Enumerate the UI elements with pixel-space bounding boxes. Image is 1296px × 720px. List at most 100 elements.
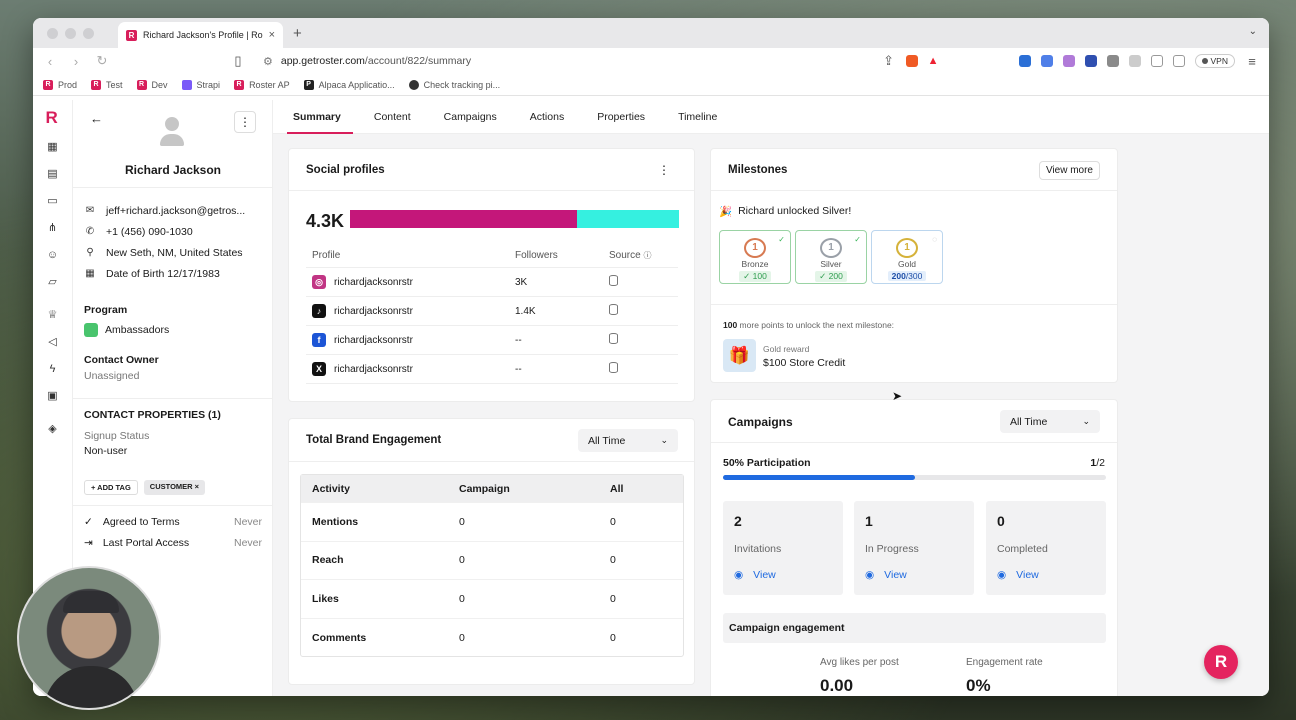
portal-access-row: ⇥ Last Portal Access Never	[84, 537, 262, 549]
extension-app-icon[interactable]	[1084, 55, 1097, 67]
view-more-button[interactable]: View more	[1038, 161, 1100, 180]
tab-title: Richard Jackson's Profile | Ro	[143, 30, 263, 40]
dashboard-icon[interactable]: ▦	[47, 141, 59, 153]
brave-shield-icon[interactable]	[905, 55, 918, 67]
location-pin-icon: ⚲	[86, 247, 94, 258]
main-content: Summary Content Campaigns Actions Proper…	[273, 100, 1269, 696]
reload-icon[interactable]: ↻	[95, 53, 109, 69]
social-table-header: Profile Followers Source ⓘ	[306, 243, 678, 268]
gold-badge[interactable]: ◌ 1 Gold 200/300	[871, 230, 943, 284]
campaigns-range-select[interactable]: All Time ⌄	[1000, 410, 1100, 433]
campaigns-card: Campaigns All Time ⌄ 50% Participation 1/…	[710, 399, 1118, 696]
silver-badge[interactable]: ✓ 1 Silver ✓ 200	[795, 230, 867, 284]
chevron-down-icon[interactable]: ⌄	[1249, 26, 1257, 37]
engagement-range-select[interactable]: All Time ⌄	[578, 429, 678, 452]
table-row: Likes 0 0	[301, 579, 683, 618]
signup-status-label: Signup Status	[84, 430, 150, 442]
bookmark-dev[interactable]: R Dev	[136, 79, 168, 90]
pending-circle-icon: ◌	[932, 235, 937, 244]
participation-progress-fill	[723, 475, 915, 480]
x-icon: X	[312, 362, 326, 376]
silver-medal-icon: 1	[820, 238, 842, 258]
add-tag-button[interactable]: + ADD TAG	[84, 480, 138, 495]
layers-icon[interactable]: ◈	[47, 423, 59, 435]
extension-doc-icon[interactable]	[1040, 55, 1053, 67]
view-invitations-link[interactable]: ◉ View	[734, 569, 776, 581]
participation-progress-bar	[723, 475, 1106, 480]
share-icon[interactable]: ⇪	[882, 53, 896, 69]
roster-logo-icon[interactable]: R	[46, 109, 60, 126]
tab-campaigns[interactable]: Campaigns	[444, 100, 517, 134]
tab-summary[interactable]: Summary	[287, 100, 361, 134]
more-options-icon[interactable]: ⋮	[658, 163, 670, 177]
profile-menu-button[interactable]: ⋮	[234, 111, 256, 133]
login-icon: ⇥	[84, 537, 93, 549]
info-icon[interactable]: ⓘ	[643, 251, 651, 260]
forward-arrow-icon[interactable]: ›	[69, 54, 83, 69]
extension-tool-icon[interactable]	[1106, 55, 1119, 67]
followers-total: 4.3K	[306, 211, 345, 231]
chat-icon[interactable]: ▱	[47, 276, 59, 288]
gift-icon[interactable]: ▣	[47, 390, 59, 402]
followers-split-bar	[350, 210, 679, 228]
customer-tag[interactable]: CUSTOMER ×	[143, 480, 206, 495]
location-row: ⚲ New Seth, NM, United States	[84, 242, 269, 263]
bookmark-roster-ap[interactable]: R Roster AP	[234, 79, 290, 90]
table-row[interactable]: ♪ richardjacksonrstr 1.4K	[306, 297, 678, 326]
extension-new-icon[interactable]	[1018, 55, 1031, 67]
database-icon	[609, 304, 618, 315]
contact-owner-value[interactable]: Unassigned	[84, 370, 139, 382]
url-field[interactable]: ⚙ app.getroster.com/account/822/summary	[263, 55, 870, 68]
vpn-button[interactable]: VPN	[1194, 54, 1235, 68]
org-chart-icon[interactable]: ⋔	[47, 222, 59, 234]
tab-actions[interactable]: Actions	[530, 100, 584, 134]
back-arrow-icon[interactable]: ←	[90, 111, 103, 126]
lightning-icon[interactable]: ϟ	[47, 363, 59, 375]
agreed-terms-row: ✓ Agreed to Terms Never	[84, 516, 262, 528]
roster-help-button[interactable]: R	[1204, 645, 1238, 679]
view-completed-link[interactable]: ◉ View	[997, 569, 1039, 581]
extension-crown-icon[interactable]	[1062, 55, 1075, 67]
back-arrow-icon[interactable]: ‹	[43, 54, 57, 69]
bookmark-test[interactable]: R Test	[91, 79, 123, 90]
window-controls[interactable]	[47, 27, 94, 39]
close-tab-icon[interactable]: ×	[269, 29, 275, 41]
bookmark-icon[interactable]: ▯	[231, 53, 245, 69]
program-item[interactable]: Ambassadors	[84, 323, 169, 337]
menu-icon[interactable]: ≡	[1245, 54, 1259, 69]
url-path: /account/822/summary	[364, 55, 472, 67]
wallet-icon[interactable]	[1172, 55, 1185, 67]
site-settings-icon[interactable]: ⚙	[263, 55, 273, 68]
tab-content[interactable]: Content	[374, 100, 431, 134]
table-row[interactable]: ◎ richardjacksonrstr 3K	[306, 268, 678, 297]
table-row: Mentions 0 0	[301, 502, 683, 541]
document-icon[interactable]: ▤	[47, 168, 59, 180]
email-row[interactable]: ✉ jeff+richard.jackson@getros...	[84, 200, 269, 221]
browser-tab[interactable]: R Richard Jackson's Profile | Ro ×	[118, 22, 283, 48]
phone-row[interactable]: ✆ +1 (456) 090-1030	[84, 221, 269, 242]
divider	[73, 398, 272, 399]
tab-properties[interactable]: Properties	[597, 100, 665, 134]
view-in-progress-link[interactable]: ◉ View	[865, 569, 907, 581]
brave-rewards-icon[interactable]: ▲	[928, 55, 939, 67]
roster-app: R ▦ ▤ ▭ ⋔ ☺ ▱ ♕ ◁ ϟ ▣ ◈ ← ⋮ Richard Jack…	[33, 100, 1269, 696]
users-icon[interactable]: ☺	[47, 249, 59, 261]
bookmark-alpaca[interactable]: P Alpaca Applicatio...	[303, 79, 395, 90]
megaphone-icon[interactable]: ◁	[47, 336, 59, 348]
table-row[interactable]: Xrichardjacksonrstr --	[306, 355, 678, 384]
trophy-icon[interactable]: ♕	[47, 309, 59, 321]
bookmark-prod[interactable]: R Prod	[43, 79, 77, 90]
tab-timeline[interactable]: Timeline	[678, 100, 737, 134]
bronze-badge[interactable]: ✓ 1 Bronze ✓ 100	[719, 230, 791, 284]
sidebar-toggle-icon[interactable]	[1150, 55, 1163, 67]
table-row[interactable]: f richardjacksonrstr --	[306, 326, 678, 355]
bookmark-tracking[interactable]: Check tracking pi...	[408, 79, 500, 90]
extension-puzzle-icon[interactable]	[1128, 55, 1141, 67]
database-icon	[609, 333, 618, 344]
program-label: Program	[84, 304, 128, 316]
new-tab-icon[interactable]: +	[293, 25, 302, 42]
top-nav: Summary Content Campaigns Actions Proper…	[273, 100, 1269, 134]
bookmark-strapi[interactable]: Strapi	[181, 79, 220, 90]
cast-icon[interactable]: ▭	[47, 195, 59, 207]
roster-favicon-icon: R	[126, 29, 137, 41]
